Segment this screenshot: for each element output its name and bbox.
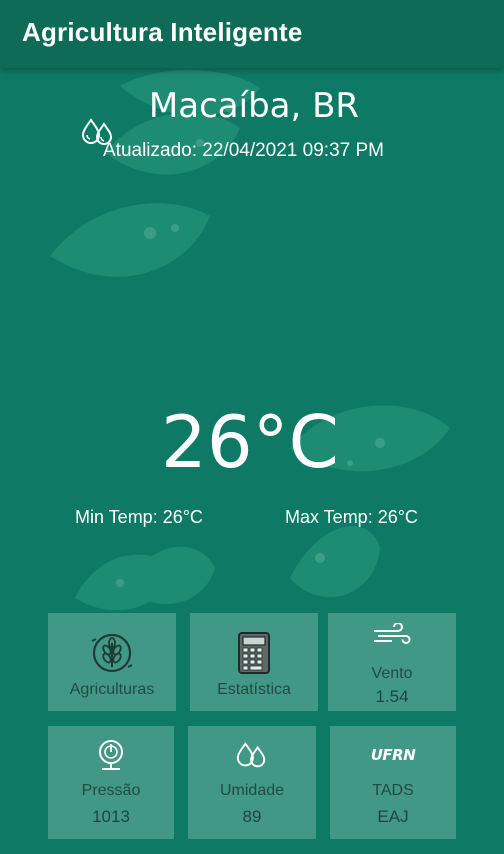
current-temperature: 26°C (161, 400, 339, 484)
calculator-icon (238, 632, 270, 674)
pressao-card: Pressão 1013 (48, 726, 174, 839)
tads-value: EAJ (377, 807, 409, 826)
vento-card: Vento 1.54 (328, 613, 456, 711)
humidity-icon (236, 742, 266, 768)
wind-icon (374, 623, 411, 644)
app-title: Agricultura Inteligente (22, 17, 303, 47)
min-temperature: Min Temp: 26°C (75, 507, 203, 527)
estatistica-button[interactable]: Estatística (190, 613, 318, 711)
estatistica-label: Estatística (217, 681, 291, 698)
vento-label: Vento (371, 665, 413, 682)
pressao-value: 1013 (92, 807, 130, 826)
tads-card: UFRN TADS EAJ (330, 726, 456, 839)
city-name: Macaíba, BR (148, 86, 360, 126)
app-bar: Agricultura Inteligente (0, 0, 504, 68)
ufrn-logo-icon: UFRN (370, 746, 416, 764)
updated-timestamp: Atualizado: 22/04/2021 09:37 PM (103, 140, 384, 161)
agriculturas-label: Agriculturas (69, 681, 155, 698)
umidade-value: 89 (242, 807, 262, 826)
tads-label: TADS (372, 782, 414, 799)
umidade-label: Umidade (219, 782, 285, 799)
wheat-icon (91, 633, 133, 673)
vento-value: 1.54 (375, 687, 409, 706)
agriculturas-button[interactable]: Agriculturas (48, 613, 176, 711)
pressure-icon (99, 740, 123, 770)
pressao-label: Pressão (81, 782, 141, 799)
max-temperature: Max Temp: 26°C (285, 507, 418, 527)
umidade-card: Umidade 89 (188, 726, 316, 839)
